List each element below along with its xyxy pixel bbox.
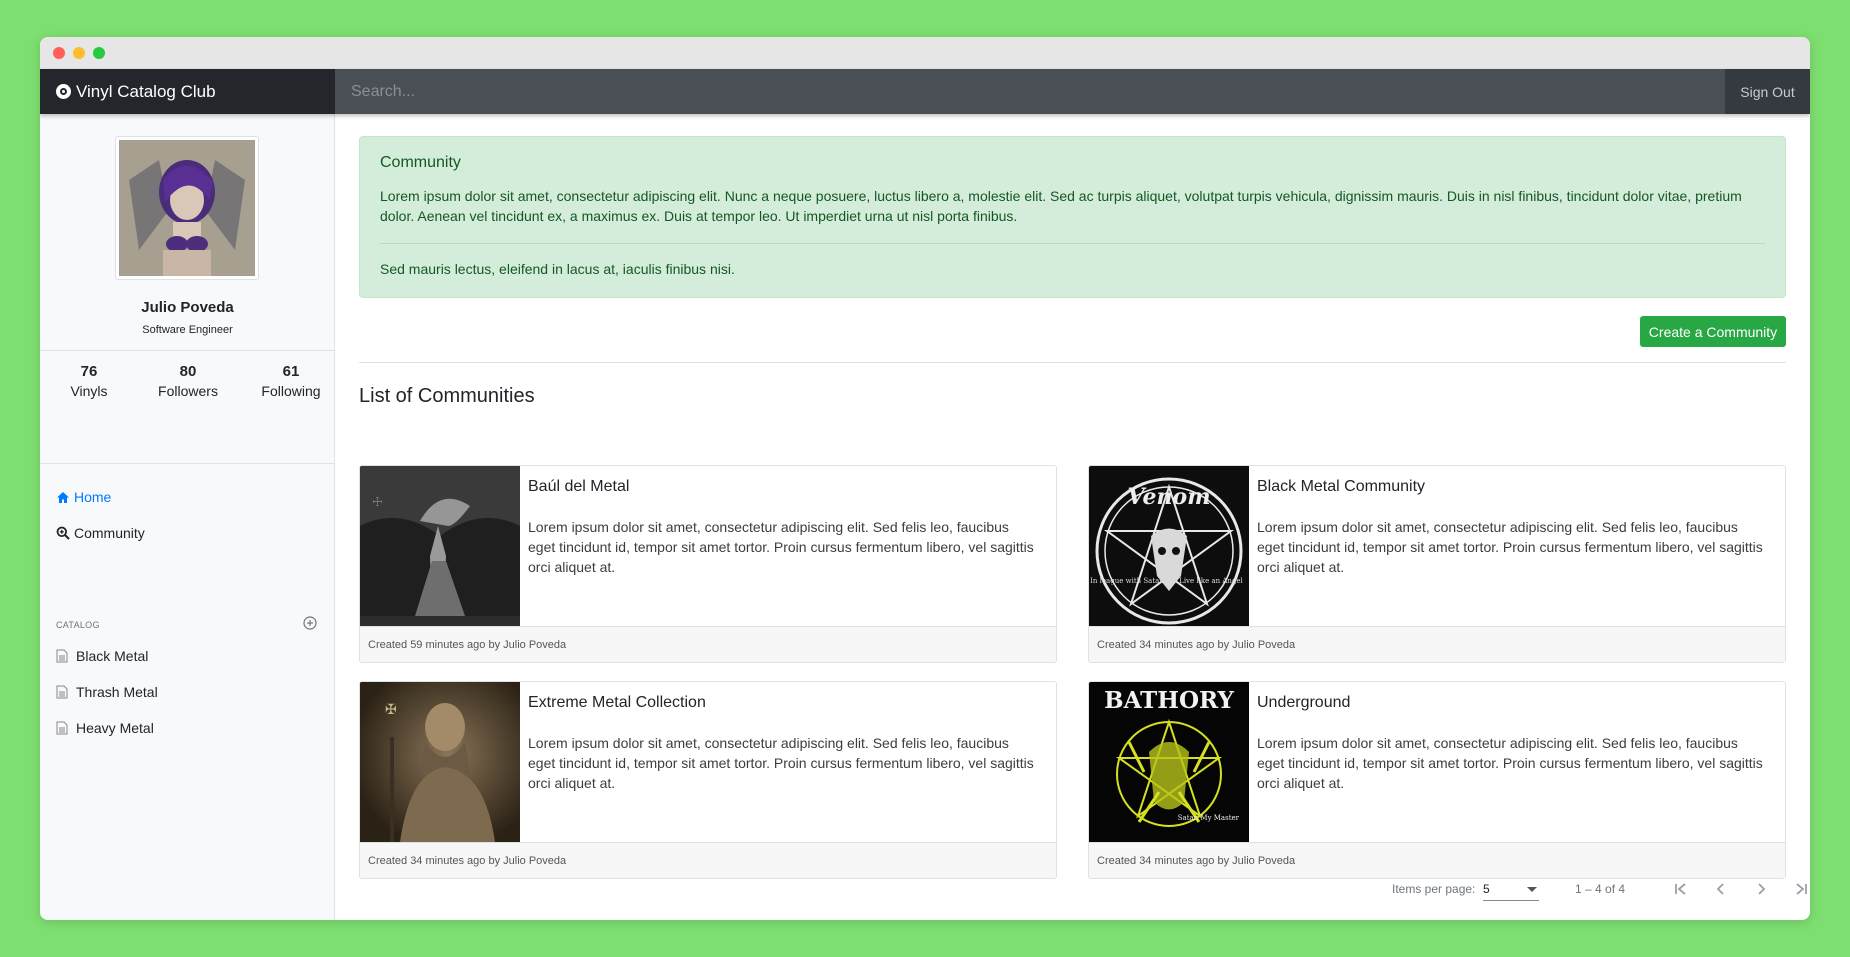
sidebar-item-black-metal[interactable]: Black Metal	[56, 648, 148, 664]
album-art-text: BATHORY	[1104, 687, 1234, 714]
alert-title: Community	[380, 154, 461, 171]
file-icon	[56, 649, 68, 663]
first-page-button[interactable]	[1669, 877, 1693, 901]
community-title[interactable]: Baúl del Metal	[528, 478, 629, 496]
browser-window: Vinyl Catalog Club Sign Out Julio Poveda…	[40, 37, 1810, 920]
community-card: ✠ Extreme Metal Collection Lorem ipsum d…	[359, 681, 1057, 879]
community-footer: Created 59 minutes ago by Julio Poveda	[360, 626, 1056, 662]
brand-name: Vinyl Catalog Club	[76, 81, 216, 101]
last-page-icon	[1796, 883, 1807, 895]
community-title[interactable]: Extreme Metal Collection	[528, 694, 706, 712]
next-page-button[interactable]	[1749, 877, 1773, 901]
home-icon	[56, 491, 70, 504]
catalog-heading: CATALOG	[56, 620, 100, 630]
community-title[interactable]: Black Metal Community	[1257, 478, 1425, 496]
search-input[interactable]	[335, 69, 1725, 114]
window-titlebar	[40, 37, 1810, 69]
first-page-icon	[1675, 883, 1686, 895]
divider	[40, 350, 335, 351]
stat-label: Following	[261, 383, 321, 399]
profile-name: Julio Poveda	[141, 299, 234, 316]
chevron-right-icon	[1758, 883, 1766, 895]
community-footer: Created 34 minutes ago by Julio Poveda	[1089, 626, 1785, 662]
divider	[40, 463, 335, 464]
album-cover-image[interactable]: Venom In league with Satan Live like an …	[1089, 466, 1249, 626]
maximize-window-button[interactable]	[93, 47, 105, 59]
community-card: BATHORY Satan My Master Underground Lore…	[1088, 681, 1786, 879]
community-description: Lorem ipsum dolor sit amet, consectetur …	[1257, 519, 1763, 575]
main-content: Community Lorem ipsum dolor sit amet, co…	[359, 114, 1807, 920]
alert-footer: Sed mauris lectus, eleifend in lacus at,…	[380, 261, 735, 277]
sign-out-link[interactable]: Sign Out	[1725, 69, 1810, 114]
sidebar-item-home[interactable]: Home	[56, 489, 111, 505]
chevron-down-icon	[1527, 887, 1537, 892]
create-community-button[interactable]: Create a Community	[1640, 316, 1786, 347]
svg-text:☩: ☩	[372, 495, 383, 509]
sidebar-item-community[interactable]: Community	[56, 525, 145, 541]
stat-label: Vinyls	[70, 383, 108, 399]
stat-following: 61 Following	[246, 363, 336, 399]
list-title: List of Communities	[359, 385, 535, 407]
divider	[359, 362, 1786, 363]
alert-divider	[380, 243, 1765, 244]
alert-body: Lorem ipsum dolor sit amet, consectetur …	[380, 188, 1742, 224]
stat-value: 61	[282, 363, 300, 380]
community-description: Lorem ipsum dolor sit amet, consectetur …	[528, 519, 1034, 575]
items-per-page-label: Items per page:	[1392, 882, 1476, 896]
community-description: Lorem ipsum dolor sit amet, consectetur …	[528, 735, 1034, 791]
album-art-text: Satan My Master	[1178, 814, 1240, 822]
sidebar-item-label: Home	[74, 489, 112, 505]
minimize-window-button[interactable]	[73, 47, 85, 59]
community-card: Venom In league with Satan Live like an …	[1088, 465, 1786, 663]
search-plus-icon	[56, 526, 70, 540]
sidebar-item-label: Thrash Metal	[76, 684, 158, 700]
close-window-button[interactable]	[53, 47, 65, 59]
sidebar-item-label: Heavy Metal	[76, 720, 154, 736]
stat-followers: 80 Followers	[143, 363, 233, 399]
brand-link[interactable]: Vinyl Catalog Club	[40, 69, 335, 114]
community-alert: Community Lorem ipsum dolor sit amet, co…	[359, 136, 1786, 298]
album-cover-image[interactable]: BATHORY Satan My Master	[1089, 682, 1249, 842]
avatar	[115, 136, 259, 280]
file-icon	[56, 685, 68, 699]
stat-label: Followers	[158, 383, 218, 399]
album-cover-image[interactable]: ✠	[360, 682, 520, 842]
file-icon	[56, 721, 68, 735]
community-description: Lorem ipsum dolor sit amet, consectetur …	[1257, 735, 1763, 791]
stat-value: 76	[80, 363, 98, 380]
album-cover-image[interactable]: ☩	[360, 466, 520, 626]
page-range: 1 – 4 of 4	[1575, 882, 1626, 896]
community-title[interactable]: Underground	[1257, 694, 1350, 712]
add-circle-icon[interactable]	[303, 616, 317, 635]
top-navbar: Vinyl Catalog Club Sign Out	[40, 69, 1810, 114]
items-per-page-select[interactable]: 5	[1483, 877, 1539, 901]
sidebar-item-heavy-metal[interactable]: Heavy Metal	[56, 720, 154, 736]
community-card: ☩ Baúl del Metal Lorem ipsum dolor sit a…	[359, 465, 1057, 663]
vinyl-icon	[56, 84, 71, 99]
stat-value: 80	[179, 363, 197, 380]
sidebar-item-thrash-metal[interactable]: Thrash Metal	[56, 684, 158, 700]
album-art-text: Venom	[1128, 484, 1211, 510]
profile-role: Software Engineer	[142, 324, 233, 336]
album-art-text: Live like an Angel	[1179, 577, 1243, 585]
sidebar-item-label: Community	[74, 525, 145, 541]
previous-page-button[interactable]	[1709, 877, 1733, 901]
chevron-left-icon	[1716, 883, 1724, 895]
sidebar-item-label: Black Metal	[76, 648, 149, 664]
paginator: Items per page: 5 1 – 4 of 4	[359, 874, 1807, 904]
last-page-button[interactable]	[1789, 877, 1810, 901]
svg-text:✠: ✠	[385, 702, 397, 718]
album-art-text: In league with Satan	[1090, 577, 1164, 585]
stat-vinyls: 76 Vinyls	[44, 363, 134, 399]
sidebar: Julio Poveda Software Engineer 76 Vinyls…	[40, 114, 335, 920]
page-size-value: 5	[1483, 882, 1490, 896]
